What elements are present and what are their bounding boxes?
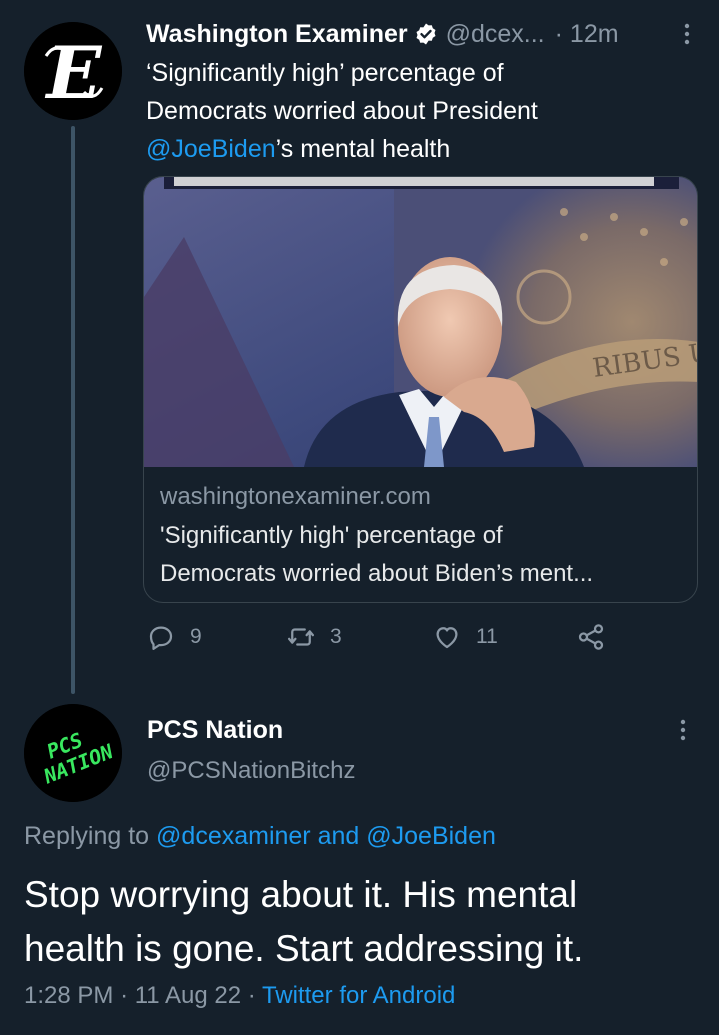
retweet-button[interactable]: 3 — [286, 622, 342, 652]
tweet-text-line: Democrats worried about President — [146, 97, 538, 125]
reply-date[interactable]: 11 Aug 22 — [135, 982, 241, 1009]
parent-handle[interactable]: @dcex... — [446, 20, 545, 49]
card-title-line: Democrats worried about Biden’s ment... — [160, 560, 594, 587]
reply-button[interactable]: 9 — [146, 622, 202, 652]
reply-handle[interactable]: @PCSNationBitchz — [147, 757, 355, 785]
verified-badge-icon — [416, 23, 436, 45]
tweet-text-fragment: ’s mental health — [275, 135, 451, 163]
reply-display-name[interactable]: PCS Nation — [147, 716, 283, 745]
more-options-icon[interactable] — [671, 718, 695, 742]
card-title-line: 'Significantly high' percentage of — [160, 522, 503, 549]
like-button[interactable]: 11 — [432, 622, 498, 652]
replying-prefix: Replying to — [24, 822, 150, 850]
meta-separator: · — [247, 982, 256, 1009]
reply-count: 9 — [190, 625, 202, 648]
card-domain: washingtonexaminer.com — [160, 483, 431, 510]
pcs-nation-avatar[interactable]: PCS NATION — [24, 704, 122, 802]
more-options-icon[interactable] — [675, 22, 699, 46]
washington-examiner-avatar[interactable]: E — [24, 22, 122, 120]
share-icon — [578, 624, 604, 650]
card-title: 'Significantly high' percentage of Democ… — [160, 517, 685, 593]
article-photo: RIBUS UNUM — [144, 177, 697, 467]
retweet-icon — [288, 628, 314, 646]
parent-tweet-header: Washington Examiner @dcex... · 12m — [146, 16, 699, 52]
avatar-letter: E — [45, 30, 103, 115]
reply-time[interactable]: 1:28 PM — [24, 982, 113, 1009]
like-count: 11 — [476, 625, 498, 648]
thread-connector-line — [71, 126, 75, 694]
reply-tweet-text: Stop worrying about it. His mental healt… — [24, 868, 704, 976]
share-button[interactable] — [576, 622, 606, 652]
replying-to-line: Replying to @dcexaminer and @JoeBiden — [24, 822, 496, 851]
tweet-metadata: 1:28 PM · 11 Aug 22 · Twitter for Androi… — [24, 982, 455, 1010]
tweet-text-line: @JoeBiden’s mental health — [146, 130, 686, 168]
parent-tweet-text: ‘Significantly high’ percentage of Democ… — [146, 54, 686, 168]
parent-timestamp[interactable]: · 12m — [555, 20, 619, 49]
mention-link[interactable]: @JoeBiden — [146, 135, 276, 163]
reply-text-line: health is gone. Start addressing it. — [24, 928, 584, 969]
replying-to-mention[interactable]: @JoeBiden — [366, 822, 496, 850]
meta-separator: · — [120, 982, 129, 1009]
reply-icon — [149, 626, 173, 650]
replying-to-mention[interactable]: @dcexaminer — [156, 822, 311, 850]
tweet-thread-view: E Washington Examiner @dcex... · 12m ‘Si… — [0, 0, 719, 1035]
link-preview-card[interactable]: RIBUS UNUM washingtonexaminer.com 'Signi… — [143, 176, 698, 603]
retweet-count: 3 — [330, 625, 342, 648]
replying-and[interactable]: and — [318, 822, 360, 850]
heart-icon — [436, 627, 458, 649]
parent-display-name[interactable]: Washington Examiner — [146, 20, 408, 49]
tweet-text-line: ‘Significantly high’ percentage of — [146, 59, 504, 87]
reply-text-line: Stop worrying about it. His mental — [24, 874, 578, 915]
client-source-link[interactable]: Twitter for Android — [262, 982, 455, 1009]
